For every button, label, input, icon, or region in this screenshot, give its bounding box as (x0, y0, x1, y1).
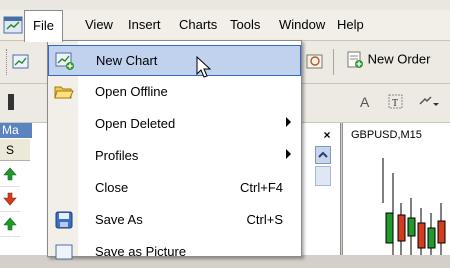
candle-body (427, 227, 436, 249)
candle-body (397, 214, 406, 242)
menu-item-save-as[interactable]: Save As Ctrl+S (48, 205, 301, 236)
save-picture-icon (55, 244, 73, 260)
menu-tools[interactable]: Tools (222, 10, 268, 40)
candle-body (437, 220, 446, 244)
menu-item-label: Save As (95, 212, 143, 227)
open-folder-icon (54, 86, 74, 99)
menu-item-shortcut: Ctrl+S (246, 212, 283, 227)
zoom-icon[interactable] (306, 53, 324, 71)
submenu-arrow-icon (286, 117, 291, 127)
new-order-button[interactable]: New Order (346, 51, 430, 69)
list-item[interactable] (0, 162, 20, 187)
scrollbar-thumb[interactable] (315, 166, 331, 186)
scroll-up-button[interactable] (315, 146, 331, 164)
menu-item-label: Save as Picture (95, 244, 187, 259)
app-icon[interactable] (3, 15, 23, 35)
menu-bar: File View Insert Charts Tools Window Hel… (0, 10, 450, 42)
new-order-icon (347, 51, 363, 68)
list-item[interactable] (0, 212, 20, 237)
candle-body (385, 212, 394, 244)
submenu-arrow-icon (286, 149, 291, 159)
menu-item-label: Profiles (95, 148, 139, 163)
market-watch-title: Ma (0, 123, 32, 138)
toolbar-grip[interactable] (6, 49, 11, 75)
menu-item-label: Open Offline (95, 84, 168, 99)
candlestick-chart (382, 158, 446, 255)
symbol-column-header[interactable]: S (0, 139, 30, 161)
list-item[interactable] (0, 187, 20, 212)
down-arrow-icon (3, 192, 17, 206)
menu-window[interactable]: Window (271, 10, 333, 40)
text-tool-button[interactable]: A (360, 94, 369, 110)
up-arrow-icon (3, 167, 17, 181)
menu-item-label: Close (95, 180, 129, 195)
menu-item-open-offline[interactable]: Open Offline (48, 77, 301, 108)
menu-item-label: New Chart (96, 53, 158, 68)
menu-item-shortcut: Ctrl+F4 (240, 180, 283, 195)
menu-insert[interactable]: Insert (120, 10, 169, 40)
chart-window[interactable]: GBPUSD,M15 (342, 123, 450, 255)
menu-item-label: Open Deleted (95, 116, 176, 131)
save-icon (55, 211, 73, 229)
new-chart-toolbar-icon[interactable] (12, 53, 30, 71)
toolbar-separator (333, 49, 334, 75)
candle-body (407, 217, 416, 237)
cursor-tool-icon[interactable] (8, 94, 14, 110)
menu-item-save-as-picture[interactable]: Save as Picture (48, 237, 301, 268)
svg-text:T: T (392, 98, 398, 109)
mouse-cursor-icon (196, 56, 212, 78)
menu-item-open-deleted[interactable]: Open Deleted (48, 109, 301, 140)
text-label-icon[interactable]: T (388, 94, 404, 110)
menu-help[interactable]: Help (329, 10, 372, 40)
file-menu-dropdown: New Chart Open Offline Open Deleted Prof… (47, 40, 302, 260)
arrows-dropdown-icon[interactable] (418, 94, 440, 110)
menu-view[interactable]: View (77, 10, 121, 40)
close-panel-icon[interactable]: × (320, 128, 334, 142)
menu-item-new-chart[interactable]: New Chart (48, 45, 301, 76)
menu-charts[interactable]: Charts (171, 10, 225, 40)
chart-symbol-label: GBPUSD,M15 (351, 129, 422, 141)
candle-body (417, 222, 426, 249)
chevron-up-icon (318, 151, 328, 158)
menu-item-profiles[interactable]: Profiles (48, 141, 301, 172)
up-arrow-icon (3, 217, 17, 231)
menu-item-close[interactable]: Close Ctrl+F4 (48, 173, 301, 204)
new-order-label: New Order (367, 51, 431, 67)
window-title-strip (0, 0, 450, 10)
new-chart-icon (55, 52, 74, 70)
menu-file[interactable]: File (24, 10, 63, 42)
